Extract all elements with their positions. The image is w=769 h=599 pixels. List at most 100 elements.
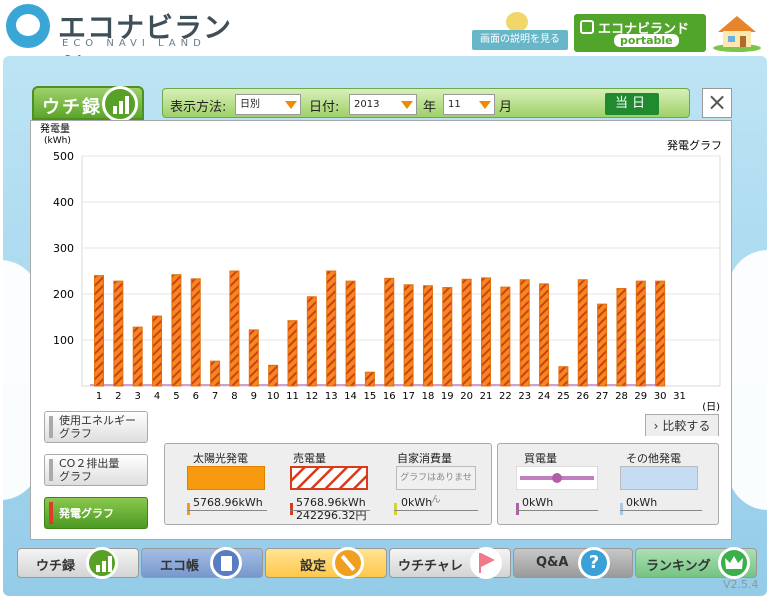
x-tick-label: 20 <box>460 391 473 402</box>
bar-chart-icon <box>102 86 138 122</box>
legend-underline <box>620 510 702 511</box>
bar-day-6[interactable] <box>190 278 201 387</box>
generation-graph-button[interactable]: 発電グラフ <box>44 497 148 529</box>
label-line1: 使用エネルギー <box>59 414 136 427</box>
legend-other-swatch <box>620 466 698 490</box>
bar-day-4[interactable] <box>152 315 163 387</box>
legend-underline <box>516 510 598 511</box>
x-tick-label: 29 <box>634 391 647 402</box>
x-tick-label: 2 <box>115 391 121 402</box>
nav-uchichare[interactable]: ウチチャレ <box>389 547 511 579</box>
x-tick-label: 19 <box>441 391 454 402</box>
month-select[interactable]: 11 <box>443 94 495 115</box>
bar-day-26[interactable] <box>577 279 588 387</box>
bar-day-7[interactable] <box>210 360 221 387</box>
display-method-select[interactable]: 日別 <box>235 94 301 115</box>
x-tick-label: 21 <box>480 391 493 402</box>
bar-day-15[interactable] <box>364 371 375 387</box>
month-unit: 月 <box>499 100 513 115</box>
nav-label: Q&A <box>536 555 569 570</box>
display-method-label: 表示方法: <box>170 100 227 115</box>
label-line1: CO２排出量 <box>59 457 120 470</box>
year-select[interactable]: 2013 <box>349 94 417 115</box>
bar-day-11[interactable] <box>287 320 298 387</box>
close-button[interactable]: × <box>702 88 732 118</box>
bar-day-9[interactable] <box>248 329 259 387</box>
x-tick-label: 28 <box>615 391 628 402</box>
nav-label: ランキング <box>646 559 711 574</box>
bar-day-10[interactable] <box>268 364 279 387</box>
version-label: V2.5.4 <box>723 578 759 591</box>
help-button[interactable]: 画面の説明を見る <box>472 30 568 50</box>
bar-day-8[interactable] <box>229 270 240 387</box>
nav-label: 設定 <box>300 559 327 574</box>
bar-day-21[interactable] <box>481 277 491 387</box>
nav-ecocho[interactable]: エコ帳 <box>141 547 263 579</box>
bar-day-13[interactable] <box>326 270 337 387</box>
x-tick-label: 23 <box>518 391 531 402</box>
compare-button[interactable]: › 比較する <box>645 414 719 436</box>
bar-day-23[interactable] <box>519 279 530 387</box>
today-button[interactable]: 当日 <box>605 93 659 115</box>
bar-day-14[interactable] <box>345 280 356 387</box>
portable-button[interactable]: エコナビランド portable <box>574 14 706 52</box>
bar-day-29[interactable] <box>635 280 646 387</box>
legend-self-marker <box>394 503 397 515</box>
x-tick-label: 9 <box>251 391 257 402</box>
y-tick-label: 300 <box>53 242 74 255</box>
energy-usage-graph-button[interactable]: 使用エネルギー グラフ <box>44 411 148 443</box>
bar-day-1[interactable] <box>94 275 104 387</box>
tab-uchiroku[interactable]: ウチ録 <box>32 86 144 122</box>
bar-day-20[interactable] <box>461 278 472 387</box>
x-tick-label: 18 <box>422 391 435 402</box>
y-axis-unit: (kWh) <box>44 136 71 146</box>
nav-qa[interactable]: Q&A ? <box>513 547 633 579</box>
x-tick-label: 3 <box>135 391 141 402</box>
x-tick-label: 26 <box>576 391 589 402</box>
logo-bubble-icon <box>6 4 50 48</box>
legend-solar-value: 5768.96kWh <box>193 496 263 509</box>
bar-day-2[interactable] <box>113 280 124 387</box>
legend-other-value: 0kWh <box>626 496 658 509</box>
house-icon[interactable] <box>712 12 762 52</box>
compare-label: 比較する <box>662 419 711 433</box>
chart-title: 発電グラフ <box>667 138 722 152</box>
logo: エコナビランド ECO NAVI LAND <box>6 4 236 84</box>
question-icon: ? <box>578 547 610 579</box>
co2-graph-button[interactable]: CO２排出量 グラフ <box>44 454 148 486</box>
nav-uchiroku[interactable]: ウチ録 <box>17 547 139 579</box>
x-tick-label: 31 <box>673 391 686 402</box>
bar-day-3[interactable] <box>132 326 143 387</box>
button-indicator <box>49 502 53 524</box>
legend-sold-swatch <box>290 466 368 490</box>
x-tick-label: 13 <box>325 391 338 402</box>
bar-day-19[interactable] <box>442 287 453 387</box>
header: エコナビランド ECO NAVI LAND 画面の説明を見る エコナビランド p… <box>0 0 769 84</box>
bar-day-22[interactable] <box>500 286 511 387</box>
bar-day-12[interactable] <box>306 296 317 387</box>
bar-day-17[interactable] <box>403 284 414 387</box>
cloud-decoration <box>728 250 768 510</box>
legend-solar-title: 太陽光発電 <box>193 452 248 465</box>
legend-other-marker <box>620 503 623 515</box>
bar-day-16[interactable] <box>384 277 395 387</box>
bar-day-30[interactable] <box>655 280 666 387</box>
x-tick-label: 30 <box>654 391 667 402</box>
legend-sold-value: 5768.96kWh <box>296 496 366 509</box>
x-tick-label: 4 <box>154 391 160 402</box>
legend-sold-marker <box>290 503 293 515</box>
y-tick-label: 400 <box>53 196 74 209</box>
bar-day-5[interactable] <box>171 274 182 387</box>
nav-settings[interactable]: 設定 <box>265 547 387 579</box>
x-tick-label: 16 <box>383 391 396 402</box>
legend-solar-marker <box>187 503 190 515</box>
bar-day-28[interactable] <box>616 287 627 387</box>
bar-day-18[interactable] <box>422 285 433 387</box>
button-label: CO２排出量 グラフ <box>59 457 119 483</box>
nav-ranking[interactable]: ランキング <box>635 547 757 579</box>
bar-day-24[interactable] <box>539 283 550 387</box>
legend-bought-swatch <box>516 466 598 490</box>
bar-day-27[interactable] <box>597 303 608 387</box>
x-tick-label: 12 <box>305 391 318 402</box>
bar-day-25[interactable] <box>558 366 569 387</box>
